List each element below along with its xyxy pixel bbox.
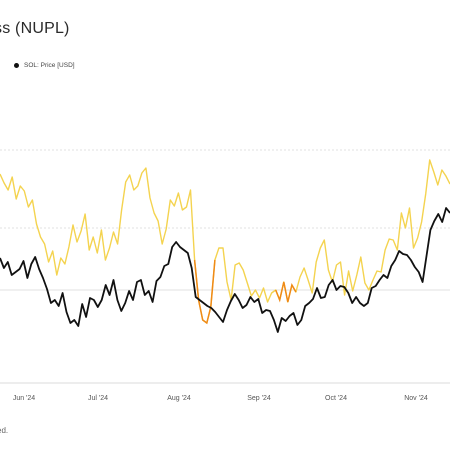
chart-svg: Jun '24 Jul '24 Aug '24 Sep '24 Oct '24 Nov '…: [0, 149, 450, 402]
series-group: [0, 159, 450, 333]
nupl-highlight-segment-1: [275, 281, 297, 303]
x-tick-label: Jul '24: [88, 395, 108, 402]
nupl-highlight-segment-0: [193, 259, 216, 325]
x-tick-label: Nov '24: [404, 395, 428, 402]
x-axis: Jun '24 Jul '24 Aug '24 Sep '24 Oct '24 Nov '…: [13, 395, 428, 402]
x-tick-label: Jun '24: [13, 395, 35, 402]
x-tick-label: Aug '24: [167, 395, 191, 402]
x-tick-label: Oct '24: [325, 395, 347, 402]
footnote: ed.: [0, 426, 9, 435]
x-tick-label: Sep '24: [247, 395, 271, 402]
nupl-series-line: [0, 159, 450, 324]
